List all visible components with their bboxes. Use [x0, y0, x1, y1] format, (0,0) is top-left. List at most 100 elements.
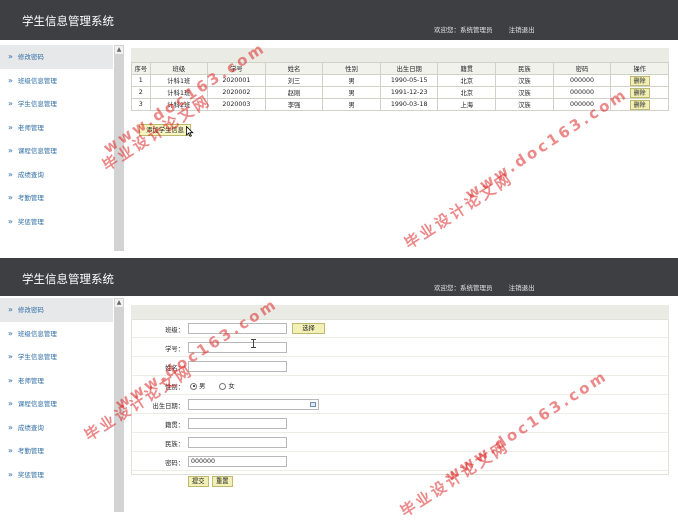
cell-birth: 1990-05-15: [379, 74, 439, 87]
sidebar-item-label: 考勤管理: [17, 447, 44, 455]
scroll-up-icon[interactable]: ▲: [115, 299, 123, 307]
column-header: 密码: [552, 62, 612, 75]
cell-gender: 男: [322, 74, 381, 87]
cell-class: 计科1班: [149, 74, 209, 87]
cell-gender: 男: [322, 86, 381, 99]
cell-no: 2: [131, 86, 151, 99]
cell-name: 李强: [264, 98, 324, 111]
cell-password: 000000: [552, 86, 612, 99]
gender-radio-group: 男 女: [190, 381, 247, 390]
welcome-text: 欢迎您：系统管理员: [434, 284, 493, 292]
column-header: 学号: [207, 62, 266, 75]
sidebar-item-label: 学生信息管理: [17, 353, 57, 361]
chevron-right-icon: »: [8, 399, 13, 408]
form-row-name: 姓名：: [132, 358, 668, 376]
birth-label: 出生日期：: [152, 403, 184, 410]
cell-class: 计科1班: [149, 86, 209, 99]
form-row-class: 班级： 选择: [132, 320, 668, 338]
form-row-gender: 性别： 男 女: [132, 377, 668, 395]
sidebar-item-change-password[interactable]: » 修改密码: [0, 298, 113, 322]
sidebar-item-student-management[interactable]: » 学生信息管理: [0, 92, 113, 116]
gender-male-option[interactable]: 男: [190, 382, 206, 390]
cell-action: 删除: [610, 74, 669, 87]
cell-birth: 1990-03-18: [379, 98, 439, 111]
sidebar-item-student-management[interactable]: » 学生信息管理: [0, 345, 113, 369]
delete-button[interactable]: 删除: [629, 99, 650, 110]
sidebar-nav: » 修改密码 » 班级信息管理 » 学生信息管理 » 老师管理 » 课程信息管理 » 成绩查…: [0, 45, 113, 233]
delete-button[interactable]: 删除: [629, 87, 650, 98]
table-row: 3 计科2班 2020003 李强 男 1990-03-18 上海 汉族 000…: [131, 98, 669, 111]
column-header: 操作: [610, 62, 669, 75]
gender-female-label: 女: [228, 383, 235, 390]
chevron-right-icon: »: [8, 305, 13, 314]
header-bar: 学生信息管理系统 欢迎您：系统管理员 注销退出: [0, 258, 678, 296]
text-cursor-icon: [251, 339, 256, 348]
sidebar-item-grade-query[interactable]: » 成绩查询: [0, 416, 113, 440]
student-list-screen: 学生信息管理系统 欢迎您：系统管理员 注销退出 » 修改密码 » 班级信息管理 » 学…: [0, 0, 678, 254]
cell-password: 000000: [552, 74, 612, 87]
mouse-pointer-icon: [186, 126, 194, 137]
native-place-field[interactable]: [188, 418, 287, 429]
radio-selected-icon[interactable]: [190, 382, 197, 390]
student-id-field[interactable]: [188, 342, 287, 353]
sidebar-item-course-management[interactable]: » 课程信息管理: [0, 392, 113, 416]
chevron-right-icon: »: [8, 328, 13, 338]
student-id-label: 学号：: [165, 346, 184, 353]
sidebar-item-class-management[interactable]: » 班级信息管理: [0, 322, 113, 346]
app-title: 学生信息管理系统: [22, 14, 114, 28]
radio-unselected-icon[interactable]: [219, 382, 227, 390]
form-row-student-id: 学号：: [132, 339, 668, 357]
cell-native: 北京: [437, 86, 497, 99]
birth-date-field[interactable]: [188, 399, 319, 410]
calendar-icon[interactable]: [310, 402, 316, 407]
form-row-ethnic: 民族：: [132, 434, 668, 452]
sidebar-item-label: 成绩查询: [17, 170, 44, 179]
scroll-up-icon[interactable]: ▲: [115, 46, 123, 54]
app-title: 学生信息管理系统: [22, 272, 114, 286]
sidebar-item-label: 修改密码: [17, 306, 44, 314]
table-header-row: 序号 班级 学号 姓名 性别 出生日期 籍贯 民族 密码 操作: [131, 62, 669, 75]
select-class-button[interactable]: 选择: [292, 323, 325, 334]
sidebar-item-attendance[interactable]: » 考勤管理: [0, 186, 113, 210]
submit-button[interactable]: 提交: [188, 476, 209, 487]
logout-link[interactable]: 注销退出: [509, 26, 535, 34]
table-row: 1 计科1班 2020001 刘三 男 1990-05-15 北京 汉族 000…: [131, 74, 669, 87]
sidebar-item-label: 老师管理: [17, 376, 44, 385]
reset-button[interactable]: 重置: [212, 476, 233, 487]
sidebar-item-course-management[interactable]: » 课程信息管理: [0, 139, 113, 163]
sidebar-item-rewards[interactable]: » 奖惩管理: [0, 463, 113, 487]
gender-male-label: 男: [199, 383, 206, 390]
sidebar-item-label: 学生信息管理: [17, 100, 57, 108]
delete-button[interactable]: 删除: [629, 75, 650, 86]
gender-label: 性别：: [165, 384, 184, 391]
sidebar-item-grade-query[interactable]: » 成绩查询: [0, 163, 113, 187]
sidebar-item-class-management[interactable]: » 班级信息管理: [0, 69, 113, 93]
sidebar-item-label: 成绩查询: [17, 423, 44, 432]
cell-no: 1: [131, 74, 151, 87]
column-header: 性别: [322, 62, 381, 75]
ethnic-field[interactable]: [188, 437, 287, 448]
sidebar-item-attendance[interactable]: » 考勤管理: [0, 439, 113, 463]
header-links: 欢迎您：系统管理员 注销退出: [434, 282, 549, 292]
vertical-scrollbar[interactable]: ▲: [114, 45, 124, 251]
sidebar-item-change-password[interactable]: » 修改密码: [0, 45, 113, 69]
gender-female-option[interactable]: 女: [219, 382, 235, 390]
sidebar-item-teacher-management[interactable]: » 老师管理: [0, 369, 113, 393]
ethnic-label: 民族：: [165, 441, 184, 448]
logout-link[interactable]: 注销退出: [509, 284, 535, 292]
student-form-screen: 学生信息管理系统 欢迎您：系统管理员 注销退出 » 修改密码 » 班级信息管理 » 学…: [0, 258, 678, 514]
sidebar-item-teacher-management[interactable]: » 老师管理: [0, 116, 113, 140]
cell-action: 删除: [610, 86, 669, 99]
class-field[interactable]: [188, 323, 287, 334]
vertical-scrollbar[interactable]: ▲: [114, 298, 124, 512]
cell-student-id: 2020001: [207, 74, 266, 87]
add-student-button[interactable]: 添加学生信息: [139, 124, 191, 136]
chevron-right-icon: »: [8, 446, 13, 455]
sidebar-item-rewards[interactable]: » 奖惩管理: [0, 210, 113, 234]
header-links: 欢迎您：系统管理员 注销退出: [434, 24, 549, 34]
name-field[interactable]: [188, 361, 287, 372]
form-row-password: 密码： 000000: [132, 453, 668, 471]
cell-no: 3: [131, 98, 151, 111]
chevron-right-icon: »: [8, 352, 13, 361]
password-field[interactable]: 000000: [188, 456, 287, 467]
